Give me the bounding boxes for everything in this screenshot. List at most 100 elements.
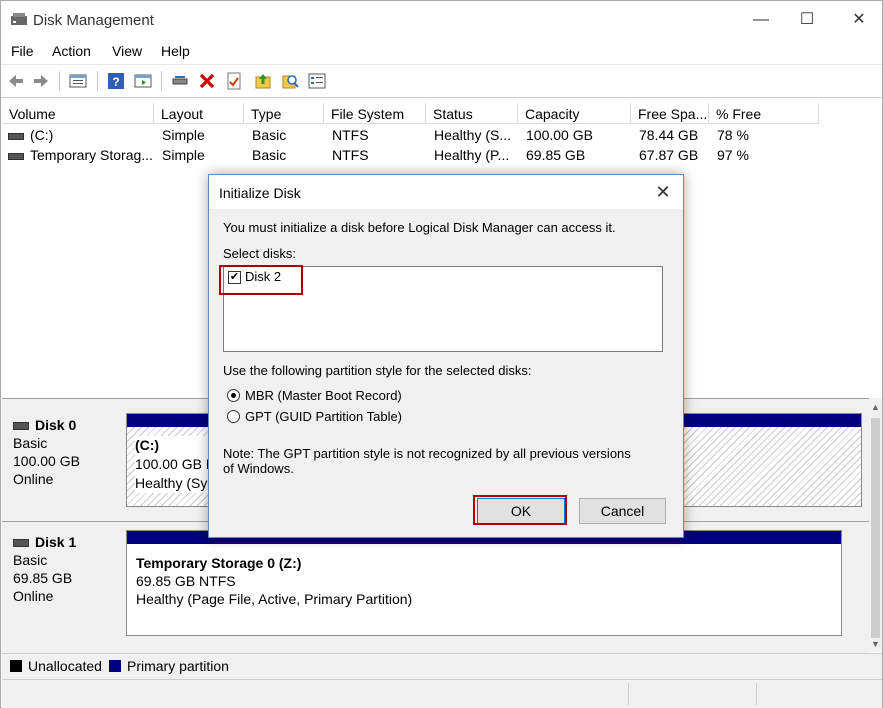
minimize-button[interactable]: —: [738, 1, 784, 39]
dialog-title: Initialize Disk: [219, 185, 301, 201]
volume-drive-icon: [8, 132, 24, 140]
close-button[interactable]: ✕: [836, 1, 882, 39]
type-cell: Basic: [252, 147, 287, 163]
toolbar-separator: [161, 71, 162, 91]
disk-state: Online: [13, 471, 54, 487]
partition-label: Temporary Storage 0 (Z:): [136, 555, 302, 571]
title-bar[interactable]: Disk Management — ☐ ✕: [1, 1, 882, 39]
scroll-up-icon[interactable]: ▲: [871, 402, 880, 412]
capacity-cell: 100.00 GB: [526, 127, 593, 143]
partition-style-label: Use the following partition style for th…: [223, 363, 532, 378]
column-header-type[interactable]: Type: [244, 103, 324, 124]
disk-icon: [13, 422, 29, 431]
window-title: Disk Management: [33, 12, 154, 29]
settings-list-icon[interactable]: [308, 72, 326, 90]
percent-free-cell: 78 %: [717, 127, 749, 143]
dialog-close-icon[interactable]: ✕: [643, 175, 683, 209]
initialize-disk-dialog: Initialize Disk ✕ You must initialize a …: [208, 174, 684, 538]
connect-drive-icon[interactable]: [171, 72, 189, 90]
legend-primary: Primary partition: [127, 658, 229, 674]
disk-2-highlight-box: [219, 265, 303, 295]
vertical-scrollbar[interactable]: ▲ ▼: [869, 398, 882, 652]
scrollbar-thumb[interactable]: [871, 418, 880, 638]
disk-name: Disk 0: [35, 417, 77, 433]
filesystem-cell: NTFS: [332, 147, 369, 163]
column-header-percent-free[interactable]: % Free: [709, 103, 819, 124]
dialog-title-bar[interactable]: Initialize Disk ✕: [209, 175, 683, 209]
back-arrow-icon[interactable]: [7, 72, 25, 90]
status-cell: Healthy (S...: [434, 127, 512, 143]
partition-details: Temporary Storage 0 (Z:) 69.85 GB NTFS H…: [136, 554, 412, 608]
disk-1-partition[interactable]: Temporary Storage 0 (Z:) 69.85 GB NTFS H…: [126, 530, 842, 636]
disk-0-info[interactable]: Disk 0 Basic 100.00 GB Online: [2, 416, 133, 488]
table-row[interactable]: (C:) Simple Basic NTFS Healthy (S... 100…: [2, 125, 819, 145]
partition-label: (C:): [135, 437, 160, 453]
column-header-file-system[interactable]: File System: [324, 103, 426, 124]
gpt-option[interactable]: GPT (GUID Partition Table): [227, 408, 477, 426]
find-icon[interactable]: [281, 72, 299, 90]
gpt-radio[interactable]: [227, 410, 240, 423]
percent-free-cell: 97 %: [717, 147, 749, 163]
maximize-button[interactable]: ☐: [784, 1, 830, 39]
partition-size: 69.85 GB NTFS: [136, 573, 236, 589]
type-cell: Basic: [252, 127, 287, 143]
forward-arrow-icon[interactable]: [32, 72, 50, 90]
mbr-radio[interactable]: [227, 389, 240, 402]
column-header-capacity[interactable]: Capacity: [518, 103, 631, 124]
menu-file[interactable]: File: [11, 43, 34, 59]
disk-kind: Basic: [13, 435, 48, 451]
ok-highlight-box: [473, 495, 567, 525]
delete-icon[interactable]: [198, 72, 216, 90]
menu-help[interactable]: Help: [161, 43, 190, 59]
show-hide-pane-icon[interactable]: [134, 72, 152, 90]
column-header-free-space[interactable]: Free Spa...: [631, 103, 709, 124]
up-folder-icon[interactable]: [254, 72, 272, 90]
disk-icon: [13, 539, 29, 548]
layout-cell: Simple: [162, 147, 205, 163]
toolbar: ?: [1, 64, 882, 98]
volume-cell: Temporary Storag...: [8, 147, 153, 163]
disk-state: Online: [13, 588, 54, 604]
mbr-label: MBR (Master Boot Record): [245, 388, 402, 403]
status-bar: [2, 679, 882, 708]
disk-management-app-icon: [11, 13, 27, 25]
toolbar-separator: [59, 71, 60, 91]
column-header-volume[interactable]: Volume: [2, 103, 154, 124]
cancel-button[interactable]: Cancel: [579, 498, 666, 524]
menu-view[interactable]: View: [112, 43, 142, 59]
table-row[interactable]: Temporary Storag... Simple Basic NTFS He…: [2, 145, 819, 165]
free-space-cell: 78.44 GB: [639, 127, 699, 143]
help-icon[interactable]: ?: [107, 72, 125, 90]
free-space-cell: 67.87 GB: [639, 147, 699, 163]
disk-size: 69.85 GB: [13, 570, 73, 586]
menu-bar: File Action View Help: [1, 39, 882, 63]
partition-size: 100.00 GB N: [135, 456, 216, 472]
menu-action[interactable]: Action: [52, 43, 91, 59]
properties-pane-icon[interactable]: [69, 72, 87, 90]
volume-name: Temporary Storag...: [30, 147, 153, 163]
legend: Unallocated Primary partition: [2, 653, 882, 679]
status-divider: [628, 683, 629, 705]
filesystem-cell: NTFS: [332, 127, 369, 143]
layout-cell: Simple: [162, 127, 205, 143]
column-header-status[interactable]: Status: [426, 103, 518, 124]
toolbar-separator: [97, 71, 98, 91]
primary-partition-swatch: [109, 660, 121, 672]
volume-drive-icon: [8, 152, 24, 160]
capacity-cell: 69.85 GB: [526, 147, 586, 163]
disk-size: 100.00 GB: [13, 453, 80, 469]
disk-kind: Basic: [13, 552, 48, 568]
select-disks-label: Select disks:: [223, 246, 296, 261]
partition-status: Healthy (Sys: [135, 475, 215, 491]
mbr-option[interactable]: MBR (Master Boot Record): [227, 387, 477, 405]
scroll-down-icon[interactable]: ▼: [871, 639, 880, 649]
dialog-intro-text: You must initialize a disk before Logica…: [223, 220, 616, 235]
checklist-icon[interactable]: [225, 72, 243, 90]
disk-1-info[interactable]: Disk 1 Basic 69.85 GB Online: [2, 533, 133, 605]
status-cell: Healthy (P...: [434, 147, 510, 163]
column-header-layout[interactable]: Layout: [154, 103, 244, 124]
legend-unallocated: Unallocated: [28, 658, 102, 674]
svg-text:?: ?: [112, 75, 119, 89]
partition-status: Healthy (Page File, Active, Primary Part…: [136, 591, 413, 607]
gpt-label: GPT (GUID Partition Table): [245, 409, 403, 424]
